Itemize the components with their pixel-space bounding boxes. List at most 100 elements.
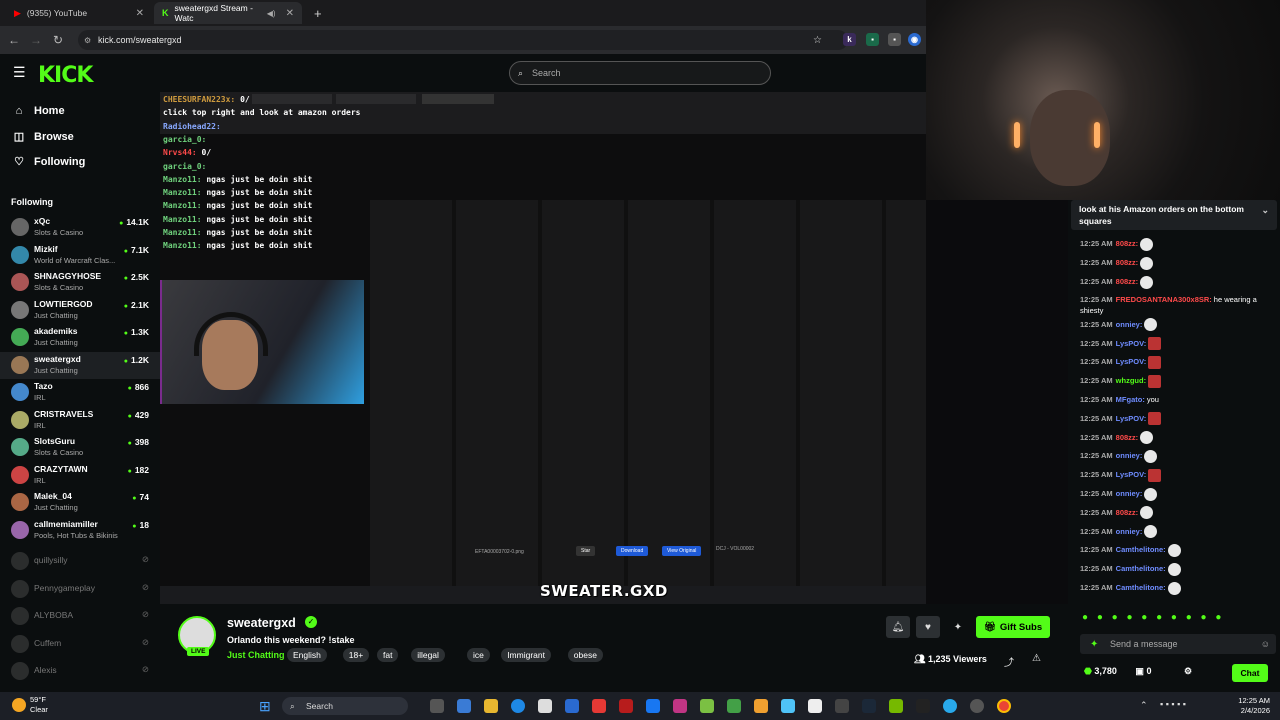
facebook-icon[interactable] bbox=[646, 699, 660, 713]
chat-username[interactable]: 808zz: bbox=[1116, 433, 1139, 442]
emoji-icon[interactable]: ☺ bbox=[1261, 639, 1270, 649]
chat-message[interactable]: 12:25 AM 808zz: bbox=[1080, 275, 1276, 289]
chat-username[interactable]: 808zz: bbox=[1116, 277, 1139, 286]
site-info-icon[interactable]: ⚙ bbox=[84, 36, 91, 45]
system-clock[interactable]: 12:25 AM 2/4/2026 bbox=[1238, 696, 1270, 716]
chat-message[interactable]: 12:25 AM onniey: bbox=[1080, 525, 1276, 539]
chat-input[interactable]: ✦ Send a message ☺ bbox=[1080, 634, 1276, 654]
weather-widget[interactable]: 59°F Clear bbox=[30, 695, 48, 715]
chat-send-button[interactable]: Chat bbox=[1232, 664, 1268, 682]
tab-kick[interactable]: K sweatergxd Stream - Watc ◀) ✕ bbox=[154, 2, 302, 24]
profile-icon[interactable]: ◉ bbox=[908, 33, 921, 46]
chat-message[interactable]: 12:25 AM 808zz: bbox=[1080, 431, 1276, 445]
extension-k-icon[interactable]: k bbox=[843, 33, 856, 46]
streamer-name[interactable]: sweatergxd bbox=[227, 616, 296, 630]
points-value[interactable]: 3,780 bbox=[1094, 666, 1117, 676]
taskbar-search[interactable]: ⌕ Search bbox=[282, 697, 408, 715]
chat-message[interactable]: 12:25 AM LysPOV: bbox=[1080, 356, 1276, 369]
youtube-app-icon[interactable] bbox=[592, 699, 606, 713]
epic-games-icon[interactable] bbox=[916, 699, 930, 713]
sidebar-channel-malek_04[interactable]: Malek_04 Just Chatting 74 bbox=[0, 489, 160, 516]
stream-tag[interactable]: fat bbox=[377, 648, 399, 662]
app-icon[interactable] bbox=[727, 699, 741, 713]
sidebar-channel-tazo[interactable]: Tazo IRL 866 bbox=[0, 379, 160, 406]
sidebar-channel-sweatergxd[interactable]: sweatergxdJust Chatting 1.2K bbox=[0, 351, 160, 379]
chat-message[interactable]: 12:25 AM Camthelitone: bbox=[1080, 544, 1276, 557]
chrome-icon[interactable] bbox=[997, 699, 1011, 713]
audio-icon[interactable]: ◀) bbox=[267, 9, 276, 18]
emote-bar[interactable]: ● ● ● ● ● ● ● ● ● ● bbox=[1082, 612, 1224, 623]
report-icon[interactable]: ⚠ bbox=[1032, 653, 1041, 664]
chat-message[interactable]: 12:25 AM MFgato: you bbox=[1080, 394, 1276, 405]
chat-username[interactable]: Camthelitone: bbox=[1116, 583, 1166, 592]
chat-username[interactable]: 808zz: bbox=[1116, 258, 1139, 267]
close-icon[interactable]: ✕ bbox=[136, 8, 144, 19]
sidebar-channel-slotsguru[interactable]: SlotsGuru Slots & Casino 398 bbox=[0, 434, 160, 461]
sidebar-channel-crazytawn[interactable]: CRAZYTAWNIRL 182 bbox=[0, 462, 160, 489]
chat-username[interactable]: whzgud: bbox=[1116, 376, 1146, 385]
app-icon[interactable] bbox=[808, 699, 822, 713]
chat-message[interactable]: 12:25 AM onniey: bbox=[1080, 450, 1276, 463]
tab-youtube[interactable]: ▶ (9355) YouTube ✕ bbox=[6, 2, 152, 24]
chat-username[interactable]: LysPOV: bbox=[1116, 339, 1147, 348]
stream-tag[interactable]: English bbox=[287, 648, 327, 662]
chat-username[interactable]: onniey: bbox=[1116, 527, 1143, 536]
stream-tag[interactable]: 18+ bbox=[342, 648, 370, 662]
kick-logo[interactable]: KICK bbox=[38, 63, 93, 88]
search-input[interactable]: ⌕ Search bbox=[509, 61, 771, 85]
tray-chevron-icon[interactable]: ⌃ bbox=[1140, 700, 1148, 711]
chat-username[interactable]: LysPOV: bbox=[1116, 357, 1147, 366]
share-icon[interactable]: ⤴ bbox=[1004, 654, 1014, 669]
chat-message[interactable]: 12:25 AM LysPOV: bbox=[1080, 412, 1276, 426]
app-icon[interactable] bbox=[970, 699, 984, 713]
chat-message[interactable]: 12:25 AM FREDOSANTANA300x8SR: he wearing a… bbox=[1080, 294, 1276, 316]
chat-username[interactable]: LysPOV: bbox=[1116, 470, 1147, 479]
nvidia-icon[interactable] bbox=[889, 699, 903, 713]
bookmark-star-icon[interactable]: ☆ bbox=[813, 35, 822, 46]
sidebar-item-home[interactable]: ⌂ Home bbox=[12, 105, 65, 117]
sidebar-channel-callmemiamiller[interactable]: callmemiamiller Pools, Hot Tubs & Bikinis… bbox=[0, 517, 160, 544]
store-icon[interactable] bbox=[538, 699, 552, 713]
netflix-icon[interactable] bbox=[619, 699, 633, 713]
chat-username[interactable]: MFgato: bbox=[1116, 395, 1145, 404]
gift-subs-button[interactable]: 🎁︎ Gift Subs bbox=[976, 616, 1050, 638]
steam-icon[interactable] bbox=[862, 699, 876, 713]
sidebar-channel-quillysilly[interactable]: quillysilly ⊘ bbox=[0, 548, 160, 575]
edge-icon[interactable] bbox=[511, 699, 525, 713]
reload-icon[interactable]: ↻ bbox=[47, 33, 69, 47]
chat-message[interactable]: 12:25 AM onniey: bbox=[1080, 487, 1276, 501]
chat-username[interactable]: onniey: bbox=[1116, 320, 1143, 329]
sidebar-channel-cuffem[interactable]: Cuffem ⊘ bbox=[0, 631, 160, 658]
sidebar-channel-pennygameplay[interactable]: Pennygameplay ⊘ bbox=[0, 576, 160, 603]
video-player[interactable]: CHEESURFAN223x: 0/ click top right and l… bbox=[160, 92, 926, 604]
pinned-message[interactable]: look at his Amazon orders on the bottom … bbox=[1071, 200, 1277, 230]
notification-bell-button[interactable]: 🔔︎ bbox=[886, 616, 910, 638]
stream-tag[interactable]: Immigrant bbox=[501, 648, 551, 662]
sidebar-channel-mizkif[interactable]: MizkifWorld of Warcraft Clas... 7.1K bbox=[0, 242, 160, 269]
tray-icons[interactable]: ▪ ▪ ▪ ▪ ▪ bbox=[1160, 699, 1186, 709]
close-icon[interactable]: ✕ bbox=[286, 8, 294, 19]
menu-icon[interactable]: ☰ bbox=[13, 64, 26, 81]
chat-username[interactable]: 808zz: bbox=[1116, 508, 1139, 517]
sidebar-item-browse[interactable]: ◫ Browse bbox=[12, 130, 74, 144]
chat-message[interactable]: 12:25 AM Camthelitone: bbox=[1080, 581, 1276, 595]
chat-username[interactable]: Camthelitone: bbox=[1116, 564, 1166, 573]
sidebar-channel-alyboba[interactable]: ALYBOBA ⊘ bbox=[0, 603, 160, 630]
app-icon[interactable] bbox=[835, 699, 849, 713]
telegram-icon[interactable] bbox=[943, 699, 957, 713]
sidebar-channel-shnaggyhose[interactable]: SHNAGGYHOSE Slots & Casino 2.5K bbox=[0, 269, 160, 296]
stream-tag[interactable]: obese bbox=[567, 648, 603, 662]
sidebar-channel-lowtiergod[interactable]: LOWTIERGODJust Chatting 2.1K bbox=[0, 297, 160, 324]
chat-message[interactable]: 12:25 AM LysPOV: bbox=[1080, 468, 1276, 482]
instagram-icon[interactable] bbox=[673, 699, 687, 713]
sparkle-icon[interactable]: ✦ bbox=[1090, 639, 1098, 650]
forward-icon[interactable]: → bbox=[25, 33, 47, 47]
chat-username[interactable]: LysPOV: bbox=[1116, 414, 1147, 423]
file-explorer-icon[interactable] bbox=[484, 699, 498, 713]
stream-tag[interactable]: ice bbox=[467, 648, 490, 662]
extension-icon[interactable]: ▪ bbox=[866, 33, 879, 46]
chevron-down-icon[interactable]: ⌄ bbox=[1261, 204, 1269, 216]
chat-message[interactable]: 12:25 AM whzgud: bbox=[1080, 374, 1276, 388]
back-icon[interactable]: ← bbox=[3, 33, 25, 47]
sidebar-channel-akademiks[interactable]: akademiks Just Chatting 1.3K bbox=[0, 324, 160, 351]
